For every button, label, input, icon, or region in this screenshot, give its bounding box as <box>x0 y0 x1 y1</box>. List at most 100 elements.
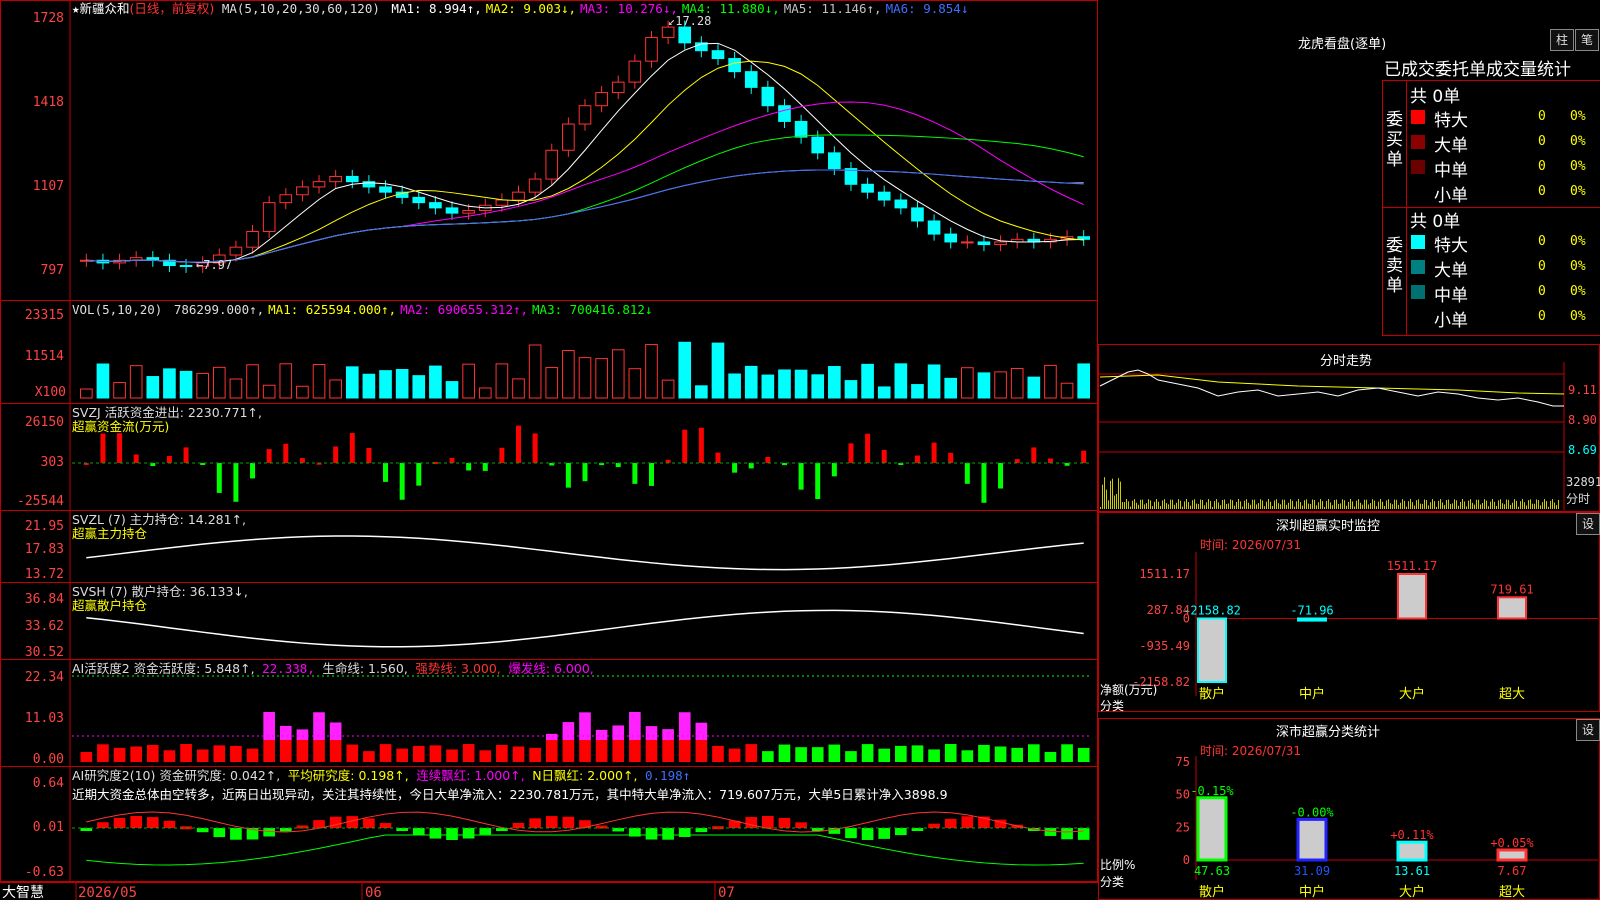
intraday-vol-bar <box>1338 504 1339 509</box>
intraday-vol-bar <box>1192 500 1193 509</box>
intraday-vol-bar <box>1324 506 1325 509</box>
classify-settings-button[interactable]: 设 <box>1576 719 1600 741</box>
intraday-vol-bar <box>1444 505 1445 509</box>
stock-name[interactable]: 新疆众和 <box>80 1 130 16</box>
header-value: MA6: 9.854↓ <box>885 1 969 16</box>
classify-xlabel: 分类 <box>1100 875 1125 889</box>
volume-bar <box>1010 367 1024 399</box>
research-bar <box>562 816 575 828</box>
sell-group-label: 委卖单 <box>1386 236 1403 296</box>
activity-bar <box>612 740 625 762</box>
research-bar <box>512 822 525 828</box>
intraday-vol-bar <box>1122 502 1123 509</box>
fund-flow-bar <box>266 449 272 463</box>
activity-bar <box>878 748 891 762</box>
intraday-vol-bar <box>1164 499 1165 509</box>
research-bar <box>462 828 475 839</box>
header-value: 786299.000↑, <box>173 302 265 317</box>
candle-body <box>595 92 608 107</box>
fund-flow-bar <box>931 442 937 463</box>
candle-body <box>578 105 592 125</box>
intraday-vol-bar <box>1214 501 1215 509</box>
volume-bar <box>844 380 858 399</box>
intraday-vol-bar <box>1284 499 1285 509</box>
column-view-button[interactable]: 柱 <box>1550 29 1574 51</box>
order-stats-title: 已成交委托单成交量统计 <box>1384 60 1571 80</box>
intraday-vol-bar <box>1522 499 1523 509</box>
tick-view-button[interactable]: 笔 <box>1575 29 1599 51</box>
intraday-vol-bar <box>1528 500 1529 509</box>
fund-flow-bar <box>366 448 372 463</box>
intraday-vol-bar <box>1510 504 1511 509</box>
sell-total: 共 0单 <box>1410 212 1461 232</box>
fund-flow-bar <box>100 433 106 463</box>
svzl-tick: 17.83 <box>25 542 64 557</box>
volume-bar <box>163 368 176 399</box>
volume-bar <box>562 350 575 399</box>
monitor-time: 时间: 2026/07/31 <box>1200 538 1302 552</box>
buy-total: 共 0单 <box>1410 87 1461 107</box>
intraday-vol-bar <box>1378 501 1379 509</box>
intraday-vol-bar <box>1114 495 1115 509</box>
order-swatch <box>1411 260 1425 274</box>
intraday-vol-bar <box>1412 502 1413 509</box>
fund-flow-bar <box>283 443 289 463</box>
intraday-vol-bar <box>1382 501 1383 509</box>
order-pct: 0% <box>1570 184 1586 199</box>
intraday-chart[interactable]: 9.11 8.90 8.69 32891 分时 <box>1098 362 1600 512</box>
fund-flow-bar <box>632 463 638 484</box>
monitor-settings-button[interactable]: 设 <box>1576 513 1600 535</box>
monitor-bar <box>1397 573 1427 620</box>
fund-flow-bar <box>216 463 222 493</box>
order-pct: 0% <box>1570 234 1586 249</box>
ai2-tick: 22.34 <box>25 670 64 685</box>
intraday-vol-bar <box>1520 501 1521 509</box>
intraday-vol-bar <box>1104 477 1105 509</box>
intraday-vol-bar <box>1288 502 1289 509</box>
activity-bar <box>97 744 109 762</box>
research-bar <box>1077 828 1090 840</box>
order-type: 特大 <box>1434 236 1468 256</box>
fund-flow-bar <box>848 443 854 463</box>
intraday-vol-bar <box>1320 499 1321 509</box>
volume-bar <box>512 378 525 399</box>
activity-bar <box>944 744 957 762</box>
activity-bar <box>828 744 841 762</box>
intraday-vol-bar <box>1206 502 1207 509</box>
candle-body <box>661 26 675 39</box>
volume-bar <box>196 372 209 399</box>
volume-bar <box>96 363 110 399</box>
activity-bar <box>296 729 309 740</box>
intraday-vol-bar <box>1272 506 1273 509</box>
activity-bar <box>230 745 242 762</box>
intraday-vol-bar <box>1248 502 1249 509</box>
intraday-vol-bar <box>1376 506 1377 509</box>
intraday-vol-bar <box>1486 500 1487 509</box>
activity-bar <box>662 740 674 762</box>
intraday-vol-bar <box>1172 499 1173 509</box>
research-bar <box>113 817 126 828</box>
intraday-vol-bar <box>1298 499 1299 509</box>
activity-bar <box>562 722 575 740</box>
classify-bar <box>1196 796 1228 862</box>
order-row: 大单 0 0% <box>1408 131 1598 156</box>
candle-body <box>911 207 924 222</box>
intraday-vol-bar <box>1102 484 1103 509</box>
activity-bar <box>795 747 807 762</box>
activity-bar <box>363 751 375 762</box>
period-label[interactable]: (日线，前复权) <box>130 1 215 16</box>
intraday-vol-bar <box>1140 499 1141 509</box>
monitor-bar <box>1497 596 1527 620</box>
header-value: MA2: 9.003↓, <box>485 1 577 16</box>
intraday-vol-bar <box>1282 499 1283 509</box>
order-swatch <box>1411 160 1425 174</box>
svzl-tick: 21.95 <box>25 519 64 534</box>
candle-body <box>761 86 775 107</box>
intraday-vol-bar <box>1106 489 1107 509</box>
vol-tick: 11514 <box>25 349 64 364</box>
intraday-vol-bar <box>1476 499 1477 509</box>
intraday-vol-bar <box>1452 503 1453 509</box>
ma-header: MA(5,10,20,30,60,120) <box>221 1 380 16</box>
intraday-vol-bar <box>1136 502 1137 509</box>
intraday-vol-bar <box>1116 493 1117 509</box>
